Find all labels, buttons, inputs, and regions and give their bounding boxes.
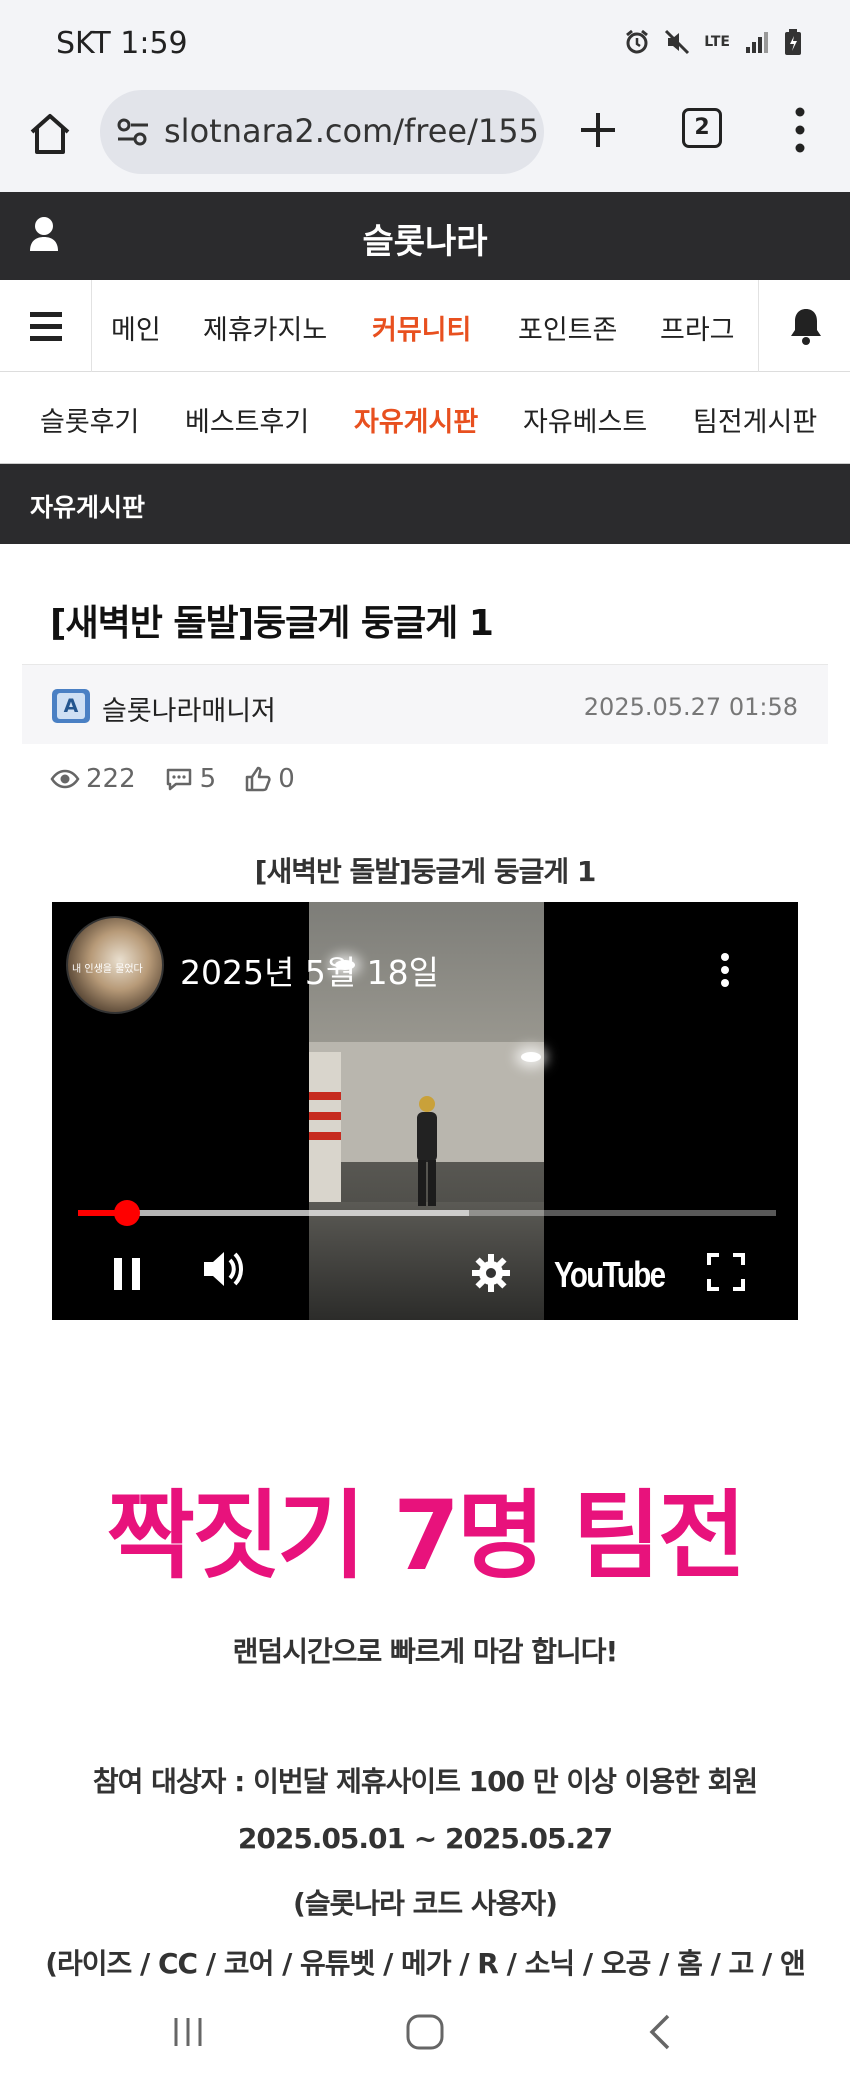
- nav-item-community[interactable]: 커뮤니티: [372, 308, 471, 347]
- site-title[interactable]: 슬롯나라: [0, 214, 850, 263]
- nav-item-main[interactable]: 메인: [111, 308, 161, 347]
- board-title-bar: 자유게시판: [0, 464, 850, 544]
- comments-count: 5: [199, 764, 217, 794]
- post-meta: A 슬롯나라매니저 2025.05.27 01:58: [22, 664, 828, 744]
- sub-nav-best-review[interactable]: 베스트후기: [185, 400, 309, 439]
- promo-headline: 짝짓기 7명 팀전: [106, 1480, 747, 1592]
- sub-nav-team-board[interactable]: 팀전게시판: [693, 400, 817, 439]
- browser-toolbar: slotnara2.com/free/155 2: [0, 88, 850, 192]
- home-icon[interactable]: [26, 110, 74, 158]
- eye-icon: [50, 769, 80, 789]
- address-bar[interactable]: slotnara2.com/free/155: [100, 90, 544, 174]
- comments-stat[interactable]: 5: [164, 764, 217, 794]
- volume-icon[interactable]: [200, 1246, 246, 1292]
- kebab-icon[interactable]: [790, 106, 810, 154]
- bell-icon: [791, 309, 821, 345]
- nav-item-point-zone[interactable]: 포인트존: [518, 308, 617, 347]
- status-time: SKT 1:59: [56, 26, 188, 61]
- promo-code-note: (슬롯나라 코드 사용자): [293, 1887, 558, 1920]
- lte-label: LTE: [704, 34, 730, 50]
- fullscreen-icon[interactable]: [706, 1252, 746, 1292]
- content-title: [새벽반 돌발]둥글게 둥글게 1: [254, 855, 597, 888]
- board-title: 자유게시판: [30, 493, 146, 522]
- video-title[interactable]: 2025년 5월 18일: [180, 946, 439, 994]
- nav-item-pragmatic[interactable]: 프라그: [660, 308, 735, 347]
- author-name[interactable]: 슬롯나라매니저: [102, 689, 276, 728]
- status-icons: LTE: [624, 28, 802, 56]
- recent-apps-icon[interactable]: [168, 2012, 208, 2052]
- video-progress-bar[interactable]: [78, 1200, 776, 1226]
- youtube-embed[interactable]: 내 인생을 물었다 2025년 5월 18일 YouTube: [52, 902, 798, 1320]
- promo-period: 2025.05.01 ~ 2025.05.27: [237, 1822, 613, 1855]
- views-stat: 222: [50, 764, 136, 794]
- battery-icon: [785, 29, 801, 55]
- status-bar: SKT 1:59 LTE: [0, 0, 850, 88]
- signal-icon: [746, 32, 768, 53]
- menu-icon[interactable]: [0, 280, 92, 372]
- site-header: 슬롯나라: [0, 192, 850, 280]
- tabs-icon[interactable]: 2: [682, 108, 722, 148]
- views-count: 222: [86, 764, 136, 794]
- video-kebab-icon[interactable]: [720, 952, 730, 988]
- progress-knob[interactable]: [113, 1200, 140, 1226]
- pause-icon[interactable]: [110, 1254, 144, 1294]
- author-level-badge: A: [52, 689, 90, 723]
- likes-count: 0: [278, 764, 295, 794]
- thumbs-up-icon: [245, 766, 271, 792]
- back-icon[interactable]: [646, 2012, 676, 2052]
- promo-sites: (라이즈 / CC / 코어 / 유튜벳 / 메가 / R / 소닉 / 오공 …: [45, 1947, 806, 1980]
- mute-icon: [665, 29, 690, 55]
- alarm-icon: [626, 29, 649, 54]
- settings-icon[interactable]: [470, 1252, 512, 1294]
- likes-stat[interactable]: 0: [244, 764, 295, 794]
- youtube-logo[interactable]: YouTube: [554, 1254, 666, 1296]
- promo-eligibility: 참여 대상자 : 이번달 제휴사이트 100 만 이상 이용한 회원: [92, 1765, 758, 1798]
- plus-icon[interactable]: [578, 110, 618, 150]
- post-stats: 222 5 0: [50, 764, 323, 794]
- promo-subline: 랜덤시간으로 빠르게 마감 합니다!: [232, 1635, 619, 1668]
- sub-nav-free-best[interactable]: 자유베스트: [523, 400, 647, 439]
- android-nav-bar: [0, 1990, 850, 2078]
- comment-icon: [166, 768, 191, 791]
- sub-nav-free-board[interactable]: 자유게시판: [354, 400, 478, 439]
- home-nav-icon[interactable]: [404, 2012, 446, 2052]
- url-text[interactable]: slotnara2.com/free/155: [164, 112, 539, 150]
- tune-icon[interactable]: [116, 116, 150, 148]
- post-title: [새벽반 돌발]둥글게 둥글게 1: [50, 603, 494, 644]
- bell-button[interactable]: [758, 280, 850, 372]
- main-nav: 메인 제휴카지노 커뮤니티 포인트존 프라그: [0, 280, 850, 372]
- nav-item-partner-casino[interactable]: 제휴카지노: [203, 308, 327, 347]
- channel-avatar[interactable]: 내 인생을 물었다: [66, 916, 164, 1014]
- post-date: 2025.05.27 01:58: [583, 693, 798, 721]
- sub-nav: 슬롯후기 베스트후기 자유게시판 자유베스트 팀전게시판: [0, 372, 850, 464]
- sub-nav-slot-review[interactable]: 슬롯후기: [40, 400, 139, 439]
